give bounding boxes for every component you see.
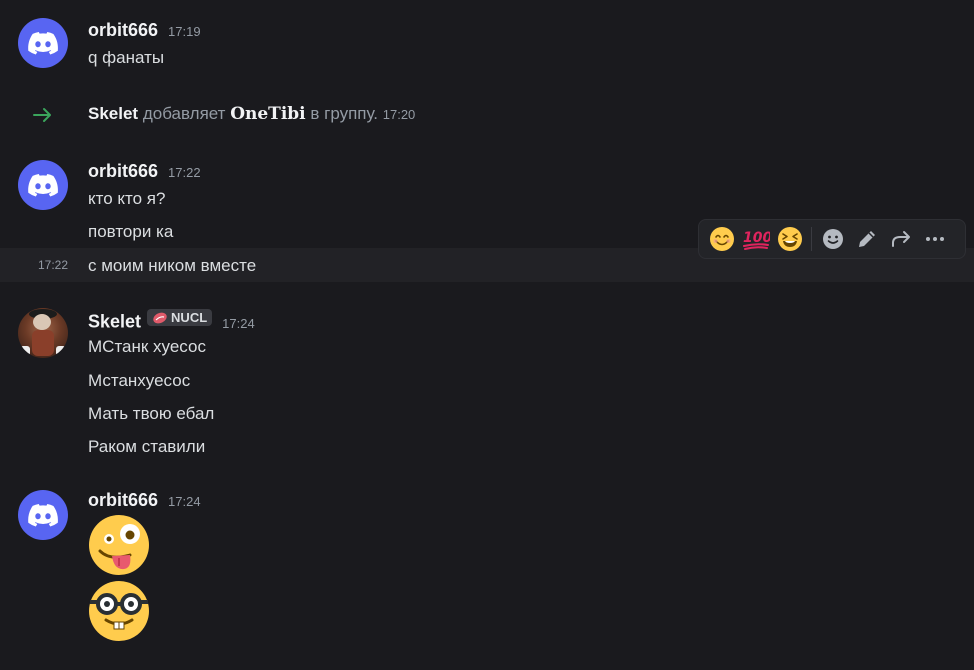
smiling-face-emoji-icon [710, 227, 734, 251]
meat-icon [153, 312, 167, 323]
discord-logo-icon [28, 173, 58, 196]
quick-reaction-button[interactable] [773, 222, 807, 256]
hover-timestamp[interactable]: 17:22 [38, 258, 68, 272]
add-reaction-button[interactable] [816, 222, 850, 256]
username[interactable]: orbit666 [88, 20, 158, 40]
quick-reaction-button[interactable] [705, 222, 739, 256]
username[interactable]: Skelet [88, 312, 141, 332]
message-text: Раком ставили [88, 437, 206, 456]
avatar[interactable] [18, 308, 68, 358]
message-header: orbit666 17:19 [88, 20, 201, 41]
timestamp[interactable]: 17:19 [168, 24, 201, 39]
timestamp[interactable]: 17:20 [383, 107, 416, 122]
clan-tag-label: NUCL [171, 310, 208, 325]
edit-icon [859, 231, 875, 247]
clan-tag-badge[interactable]: NUCL [147, 309, 213, 326]
username[interactable]: orbit666 [88, 161, 158, 181]
avatar[interactable] [18, 160, 68, 210]
forward-button[interactable] [884, 222, 918, 256]
timestamp[interactable]: 17:24 [222, 316, 255, 331]
message-header: orbit666 17:22 [88, 161, 201, 182]
hundred-points-emoji-icon: 100 [743, 230, 770, 250]
zany-face-emoji-icon[interactable] [88, 514, 150, 576]
discord-logo-icon [28, 31, 58, 54]
message-text: q фанаты [88, 48, 165, 67]
arrow-right-icon [33, 108, 51, 122]
message-text: МСтанк хуесос [88, 337, 206, 356]
message-actions-toolbar: 100 [698, 219, 966, 259]
user-avatar-image [20, 309, 66, 356]
timestamp[interactable]: 17:24 [168, 494, 201, 509]
system-message: Skelet добавляет OneTibi в группу. 17:20 [88, 104, 415, 124]
username[interactable]: orbit666 [88, 490, 158, 510]
more-icon [926, 237, 944, 241]
toolbar-divider [811, 227, 812, 251]
timestamp[interactable]: 17:22 [168, 165, 201, 180]
avatar[interactable] [18, 490, 68, 540]
message-header: Skelet NUCL 17:24 [88, 309, 255, 333]
forward-icon [892, 231, 910, 247]
suffix-text: в группу. [310, 104, 379, 123]
quick-reaction-button[interactable]: 100 [739, 222, 773, 256]
target-name[interactable]: OneTibi [230, 104, 305, 124]
action-text: добавляет [142, 104, 226, 123]
add-reaction-icon [823, 229, 843, 249]
actor-name[interactable]: Skelet [88, 104, 138, 123]
grinning-squinting-emoji-icon [778, 227, 802, 251]
message-header: orbit666 17:24 [88, 490, 201, 511]
avatar[interactable] [18, 18, 68, 68]
message-text: Мстанхуесос [88, 371, 191, 390]
message-text: кто кто я? [88, 189, 166, 208]
edit-button[interactable] [850, 222, 884, 256]
more-button[interactable] [918, 222, 952, 256]
nerd-face-emoji-icon[interactable] [88, 580, 150, 642]
message-text: с моим ником вместе [88, 256, 257, 275]
message-text: повтори ка [88, 222, 174, 241]
message-text: Мать твою ебал [88, 404, 215, 423]
discord-logo-icon [28, 503, 58, 526]
